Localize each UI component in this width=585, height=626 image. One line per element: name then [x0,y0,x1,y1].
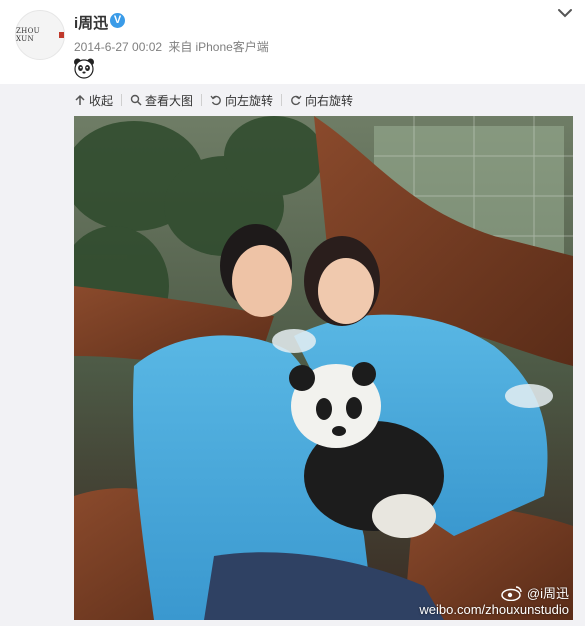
collapse-label: 收起 [89,93,114,108]
arrow-up-icon [75,94,85,105]
watermark-url: weibo.com/zhouxunstudio [419,602,569,617]
author-name[interactable]: i周迅 [74,12,108,33]
photo-image [74,116,573,620]
rotate-left-icon [210,95,221,106]
panda-emoji-icon [74,58,94,79]
rotate-left-label: 向左旋转 [225,93,274,108]
collapse-button[interactable]: 收起 [74,92,113,109]
avatar-logo-mark [59,32,64,38]
view-full-button[interactable]: 查看大图 [130,92,193,109]
weibo-logo-icon [501,585,522,601]
image-toolbar: 收起 查看大图 向左旋转 向右旋转 [74,91,353,109]
watermark-handle: @i周迅 [526,586,569,601]
toolbar-divider [281,94,283,106]
media-area: 收起 查看大图 向左旋转 向右旋转 @i周迅 weibo.com/zhouxun… [0,84,585,626]
post-source[interactable]: iPhone客户端 [195,40,268,54]
chevron-down-icon[interactable] [556,4,574,22]
toolbar-divider [121,94,123,106]
rotate-left-button[interactable]: 向左旋转 [210,92,273,109]
source-prefix: 来自 [168,40,193,54]
view-full-label: 查看大图 [145,93,194,108]
post-timestamp[interactable]: 2014-6-27 00:02 [74,40,162,54]
rotate-right-icon [291,95,302,106]
post-header: ZHOU XUN i周迅 V 2014-6-27 00:02 来自 iPhone客… [0,0,585,84]
verified-icon: V [110,13,125,28]
avatar-logo-text: ZHOU XUN [16,27,40,43]
post-photo[interactable]: @i周迅 weibo.com/zhouxunstudio [74,116,573,620]
rotate-right-button[interactable]: 向右旋转 [290,92,353,109]
magnifier-icon [130,94,142,106]
post-meta: 2014-6-27 00:02 来自 iPhone客户端 [74,38,272,55]
photo-watermark: @i周迅 weibo.com/zhouxunstudio [419,583,569,617]
avatar[interactable]: ZHOU XUN [15,10,65,60]
rotate-right-label: 向右旋转 [305,93,354,108]
toolbar-divider [201,94,203,106]
